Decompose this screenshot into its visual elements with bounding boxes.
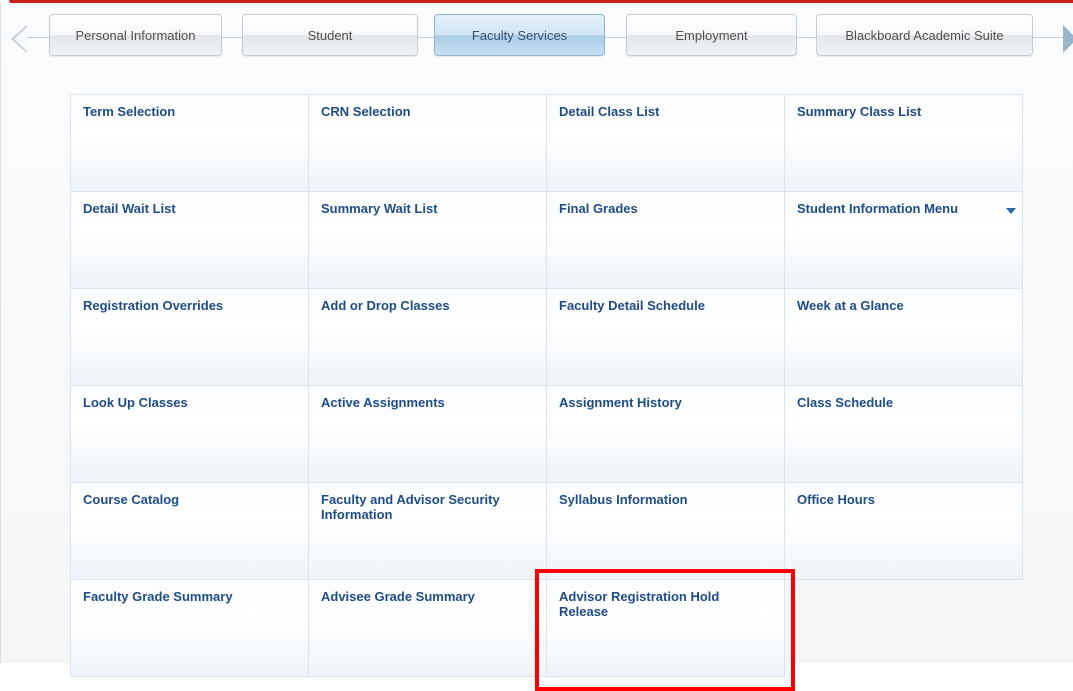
chevron-left-icon[interactable] <box>11 25 27 53</box>
menu-tile-detail-class-list[interactable]: Detail Class List <box>546 94 785 192</box>
tile-label: Summary Class List <box>797 104 922 119</box>
tab-personal-information[interactable]: Personal Information <box>49 14 222 56</box>
tile-label: Student Information Menu <box>797 201 959 216</box>
tile-label: Faculty and Advisor Security Information <box>321 492 500 522</box>
tile-label: Registration Overrides <box>83 298 224 313</box>
tile-label: Look Up Classes <box>83 395 188 410</box>
menu-tile-add-or-drop-classes[interactable]: Add or Drop Classes <box>308 288 547 386</box>
menu-tile-registration-overrides[interactable]: Registration Overrides <box>70 288 309 386</box>
triangle-down-icon[interactable] <box>1006 208 1016 214</box>
tile-label: Add or Drop Classes <box>321 298 450 313</box>
menu-tile-crn-selection[interactable]: CRN Selection <box>308 94 547 192</box>
tile-label: Final Grades <box>559 201 638 216</box>
tile-label: Term Selection <box>83 104 176 119</box>
tile-label: Faculty Grade Summary <box>83 589 233 604</box>
tile-label: Week at a Glance <box>797 298 904 313</box>
menu-tile-week-at-a-glance[interactable]: Week at a Glance <box>784 288 1023 386</box>
menu-tile-student-information-menu[interactable]: Student Information Menu <box>784 191 1023 289</box>
menu-tile-look-up-classes[interactable]: Look Up Classes <box>70 385 309 483</box>
tile-label: Summary Wait List <box>321 201 438 216</box>
menu-tile-class-schedule[interactable]: Class Schedule <box>784 385 1023 483</box>
menu-tile-course-catalog[interactable]: Course Catalog <box>70 482 309 580</box>
menu-tile-assignment-history[interactable]: Assignment History <box>546 385 785 483</box>
tile-label: Course Catalog <box>83 492 180 507</box>
menu-tile-faculty-grade-summary[interactable]: Faculty Grade Summary <box>70 579 309 677</box>
highlight-box <box>535 569 795 691</box>
tab-faculty-services[interactable]: Faculty Services <box>434 14 605 56</box>
tile-label: Faculty Detail Schedule <box>559 298 705 313</box>
tile-label: Syllabus Information <box>559 492 688 507</box>
chevron-right-icon[interactable] <box>1063 25 1073 53</box>
menu-tile-summary-class-list[interactable]: Summary Class List <box>784 94 1023 192</box>
menu-tile-active-assignments[interactable]: Active Assignments <box>308 385 547 483</box>
tile-label: Advisee Grade Summary <box>321 589 475 604</box>
tab-student[interactable]: Student <box>242 14 418 56</box>
tile-label: Office Hours <box>797 492 876 507</box>
tile-label: Detail Wait List <box>83 201 176 216</box>
menu-tile-faculty-detail-schedule[interactable]: Faculty Detail Schedule <box>546 288 785 386</box>
menu-tile-detail-wait-list[interactable]: Detail Wait List <box>70 191 309 289</box>
menu-tile-summary-wait-list[interactable]: Summary Wait List <box>308 191 547 289</box>
tile-label: CRN Selection <box>321 104 411 119</box>
menu-tile-advisee-grade-summary[interactable]: Advisee Grade Summary <box>308 579 547 677</box>
tile-label: Active Assignments <box>321 395 445 410</box>
tab-employment[interactable]: Employment <box>626 14 797 56</box>
menu-tile-final-grades[interactable]: Final Grades <box>546 191 785 289</box>
menu-tile-faculty-and-advisor-security-information[interactable]: Faculty and Advisor Security Information <box>308 482 547 580</box>
menu-tile-office-hours[interactable]: Office Hours <box>784 482 1023 580</box>
menu-tile-term-selection[interactable]: Term Selection <box>70 94 309 192</box>
tab-blackboard-academic-suite[interactable]: Blackboard Academic Suite <box>816 14 1033 56</box>
tile-label: Assignment History <box>559 395 682 410</box>
tile-label: Detail Class List <box>559 104 660 119</box>
menu-tile-syllabus-information[interactable]: Syllabus Information <box>546 482 785 580</box>
tile-label: Class Schedule <box>797 395 894 410</box>
